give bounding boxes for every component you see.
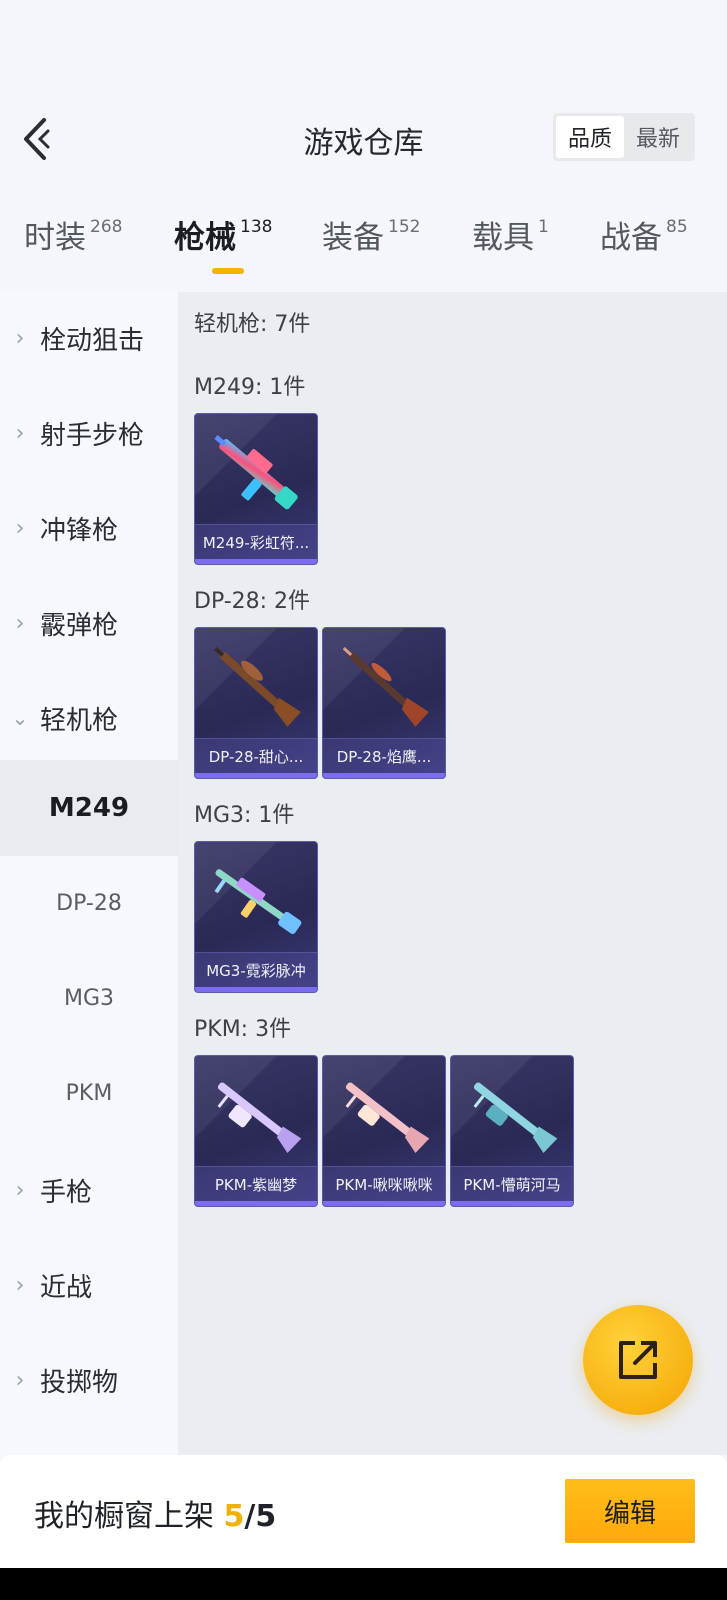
category-title: 轻机枪: 7件 <box>194 312 311 337</box>
sidebar-sub-mg3[interactable]: MG3 <box>0 950 178 1046</box>
group-title-m249: M249: 1件 <box>194 375 306 400</box>
chevron-right-icon: › <box>15 1367 25 1393</box>
sidebar-sub-m249[interactable]: M249 <box>0 760 178 856</box>
group-title-mg3: MG3: 1件 <box>194 803 295 828</box>
group-title-dp28: DP-28: 2件 <box>194 589 311 614</box>
chevron-right-icon: › <box>15 325 25 351</box>
skin-name: MG3-霓彩脉冲 <box>195 952 317 988</box>
share-external-icon <box>619 1341 657 1379</box>
rarity-bar <box>451 1201 573 1206</box>
sidebar-sub-dp28[interactable]: DP-28 <box>0 855 178 951</box>
skin-card[interactable]: PKM-紫幽梦 <box>194 1055 318 1207</box>
skin-card[interactable]: M249-彩虹符... <box>194 413 318 565</box>
tab-label: 战备 <box>600 220 662 256</box>
tab-label: 装备 <box>322 220 384 256</box>
warehouse-page: 游戏仓库 品质 最新 时装 268 枪械 138 装备 152 载具 1 战备 85 › … <box>0 0 727 1600</box>
skin-name: DP-28-甜心... <box>195 738 317 774</box>
tab-count: 85 <box>666 217 688 237</box>
showcase-status: 我的橱窗上架 5/5 <box>34 1491 276 1535</box>
sidebar-item-shotgun[interactable]: › 霰弹枪 <box>0 575 178 671</box>
dp28-skin-image <box>342 647 429 727</box>
system-nav-bar <box>0 1568 727 1600</box>
sort-quality-button[interactable]: 品质 <box>556 116 624 158</box>
share-fab-button[interactable] <box>583 1305 693 1415</box>
rarity-bar <box>195 1201 317 1206</box>
tab-count: 268 <box>90 217 123 237</box>
chevron-right-icon: › <box>15 1272 25 1298</box>
sidebar-item-throwables[interactable]: › 投掷物 <box>0 1332 178 1428</box>
sidebar-item-lmg[interactable]: ⌄ 轻机枪 <box>0 670 178 766</box>
sort-newest-button[interactable]: 最新 <box>624 116 692 158</box>
tab-count: 138 <box>240 217 273 237</box>
sidebar-item-label: 近战 <box>40 1272 93 1303</box>
showcase-label: 我的橱窗上架 <box>34 1499 214 1534</box>
skin-name: PKM-啾咪啾咪 <box>323 1166 445 1202</box>
header: 游戏仓库 品质 最新 <box>0 100 727 180</box>
rarity-bar <box>195 987 317 992</box>
sidebar-item-label: 栓动狙击 <box>40 325 145 356</box>
chevron-right-icon: › <box>15 610 25 636</box>
tab-firearms[interactable]: 枪械 138 <box>174 212 272 257</box>
mg3-skin-image <box>214 869 302 935</box>
pkm-skin-image <box>473 1082 558 1154</box>
m249-skin-image <box>214 434 298 510</box>
showcase-current-count: 5 <box>223 1499 245 1534</box>
tab-label: 枪械 <box>174 220 236 256</box>
sort-toggle: 品质 最新 <box>553 113 695 161</box>
tab-label: 载具 <box>472 220 534 256</box>
sidebar-item-label: 射手步枪 <box>40 420 145 451</box>
skin-card[interactable]: DP-28-甜心... <box>194 627 318 779</box>
tab-equipment[interactable]: 装备 152 <box>322 212 420 257</box>
sidebar-item-label: 冲锋枪 <box>40 515 119 546</box>
chevron-right-icon: › <box>15 515 25 541</box>
skin-card[interactable]: MG3-霓彩脉冲 <box>194 841 318 993</box>
weapon-type-sidebar: › 栓动狙击 › 射手步枪 › 冲锋枪 › 霰弹枪 ⌄ 轻机枪 M249 DP-… <box>0 290 178 1455</box>
showcase-max-count: 5 <box>255 1499 277 1534</box>
sidebar-item-bolt-sniper[interactable]: › 栓动狙击 <box>0 290 178 386</box>
sidebar-item-label: 投掷物 <box>40 1367 119 1398</box>
rarity-bar <box>323 1201 445 1206</box>
sidebar-item-label: 轻机枪 <box>40 705 119 736</box>
chevron-right-icon: › <box>15 420 25 446</box>
tab-vehicles[interactable]: 载具 1 <box>472 212 549 257</box>
chevron-down-icon: ⌄ <box>11 706 29 730</box>
showcase-bar: 我的橱窗上架 5/5 编辑 <box>0 1455 727 1568</box>
active-tab-indicator <box>212 268 244 274</box>
group-title-pkm: PKM: 3件 <box>194 1017 292 1042</box>
skin-name: DP-28-焰鹰... <box>323 738 445 774</box>
dp28-skin-image <box>214 647 301 727</box>
pkm-skin-image <box>217 1082 302 1154</box>
skin-name: PKM-懵萌河马 <box>451 1166 573 1202</box>
chevron-right-icon: › <box>15 1177 25 1203</box>
skin-card[interactable]: PKM-懵萌河马 <box>450 1055 574 1207</box>
tab-supplies[interactable]: 战备 85 <box>600 212 688 257</box>
sidebar-sub-pkm[interactable]: PKM <box>0 1045 178 1141</box>
sidebar-item-melee[interactable]: › 近战 <box>0 1237 178 1333</box>
skin-card[interactable]: DP-28-焰鹰... <box>322 627 446 779</box>
tab-fashion[interactable]: 时装 268 <box>24 212 122 257</box>
edit-button[interactable]: 编辑 <box>565 1479 695 1543</box>
category-tabs: 时装 268 枪械 138 装备 152 载具 1 战备 85 <box>0 212 727 282</box>
skin-name: M249-彩虹符... <box>195 524 317 560</box>
skin-name: PKM-紫幽梦 <box>195 1166 317 1202</box>
tab-count: 1 <box>538 217 549 237</box>
showcase-separator: / <box>244 1499 256 1534</box>
sidebar-item-label: 霰弹枪 <box>40 610 119 641</box>
sidebar-item-label: 手枪 <box>40 1177 93 1208</box>
sidebar-item-marksman-rifle[interactable]: › 射手步枪 <box>0 385 178 481</box>
sidebar-item-smg[interactable]: › 冲锋枪 <box>0 480 178 576</box>
item-grid-panel[interactable]: 轻机枪: 7件 M249: 1件 M249-彩虹符... DP-28: 2件 D… <box>178 292 727 1455</box>
pkm-skin-image <box>345 1082 430 1154</box>
skin-card[interactable]: PKM-啾咪啾咪 <box>322 1055 446 1207</box>
tab-label: 时装 <box>24 220 86 256</box>
rarity-bar <box>195 773 317 778</box>
tab-count: 152 <box>388 217 421 237</box>
sidebar-item-pistol[interactable]: › 手枪 <box>0 1142 178 1238</box>
rarity-bar <box>195 559 317 564</box>
rarity-bar <box>323 773 445 778</box>
